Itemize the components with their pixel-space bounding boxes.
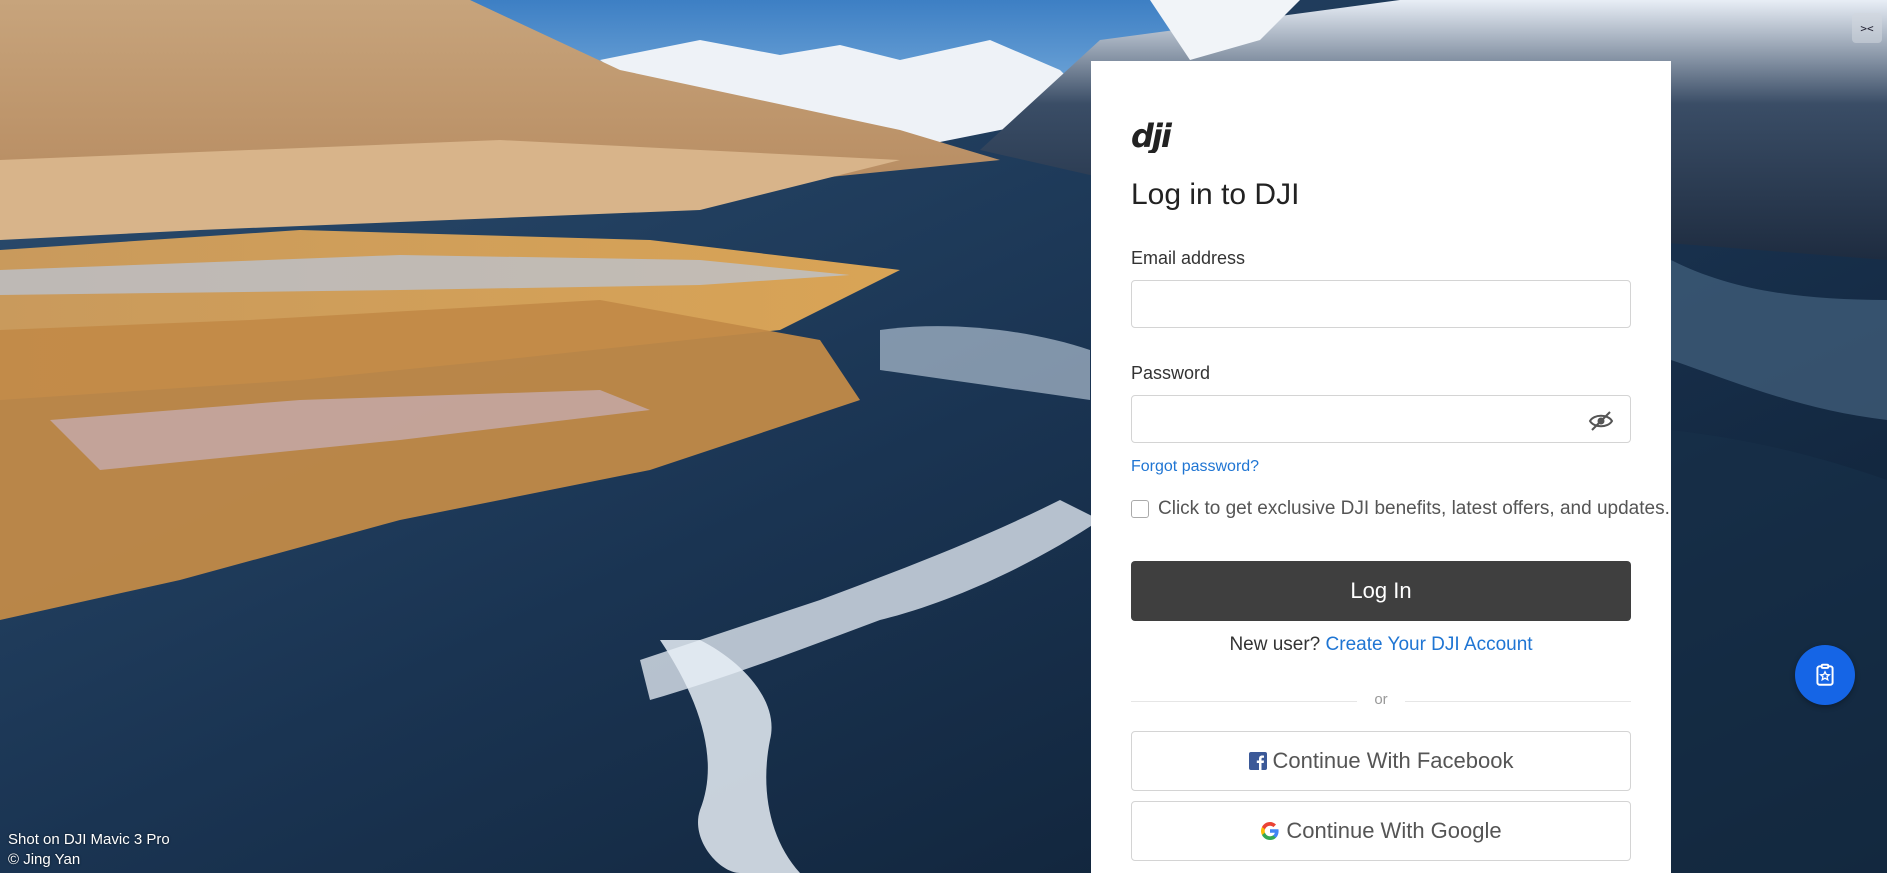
divider-text: or	[1374, 691, 1388, 708]
new-user-prefix: New user?	[1229, 634, 1321, 655]
floating-action-button[interactable]	[1795, 645, 1855, 705]
or-divider: or	[1131, 691, 1631, 711]
google-icon	[1260, 821, 1280, 841]
email-field[interactable]	[1131, 280, 1631, 328]
eye-off-icon[interactable]	[1588, 410, 1614, 432]
new-user-row: New user? Create Your DJI Account	[1131, 634, 1631, 656]
collapse-icon[interactable]: ><	[1852, 13, 1882, 43]
login-button[interactable]: Log In	[1131, 561, 1631, 621]
divider-line-right	[1405, 701, 1631, 702]
photo-credit-camera: Shot on DJI Mavic 3 Pro	[8, 831, 170, 848]
forgot-password-link[interactable]: Forgot password?	[1131, 458, 1259, 476]
facebook-login-button[interactable]: Continue With Facebook	[1131, 731, 1631, 791]
facebook-icon	[1248, 752, 1267, 770]
dji-logo: dji	[1131, 117, 1187, 158]
consent-text: Click to get exclusive DJI benefits, lat…	[1158, 498, 1670, 519]
svg-text:dji: dji	[1131, 121, 1173, 153]
create-account-link[interactable]: Create Your DJI Account	[1326, 634, 1533, 655]
login-panel: dji Log in to DJI Email address Password…	[1091, 61, 1671, 873]
email-label: Email address	[1131, 248, 1246, 268]
facebook-login-label: Continue With Facebook	[1272, 748, 1514, 773]
password-label: Password	[1131, 363, 1211, 383]
page-title: Log in to DJI	[1131, 178, 1300, 211]
clipboard-star-icon	[1816, 663, 1834, 686]
consent-checkbox[interactable]	[1131, 500, 1149, 518]
password-field[interactable]	[1131, 395, 1631, 443]
google-login-button[interactable]: Continue With Google	[1131, 801, 1631, 861]
consent-row: Click to get exclusive DJI benefits, lat…	[1131, 498, 1670, 520]
google-login-label: Continue With Google	[1286, 818, 1502, 843]
photo-credit: Shot on DJI Mavic 3 Pro © Jing Yan	[8, 830, 170, 870]
photo-credit-author: © Jing Yan	[8, 851, 81, 868]
